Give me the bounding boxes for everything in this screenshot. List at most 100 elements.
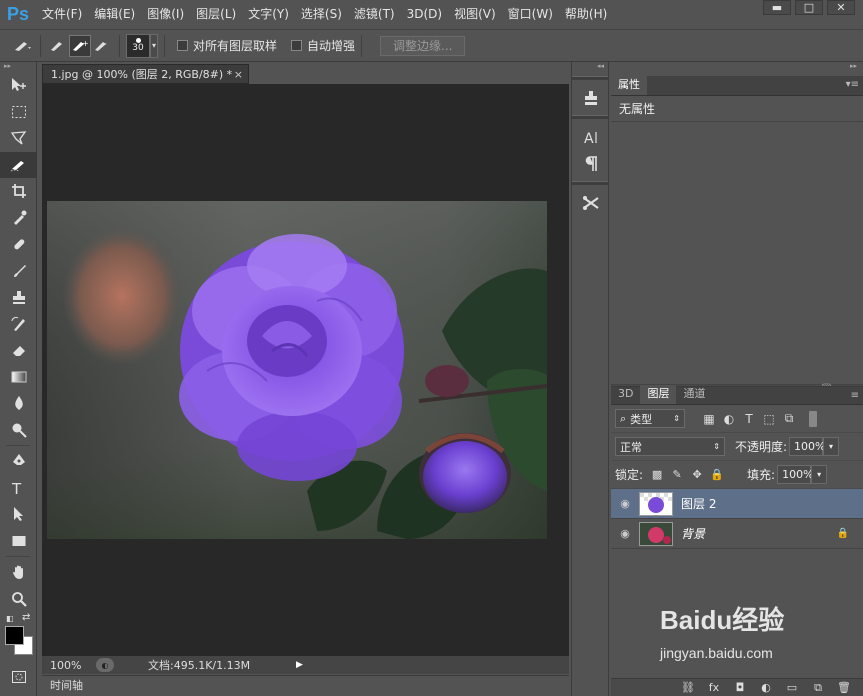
type-tool-icon[interactable]: T: [0, 475, 37, 502]
add-mask-icon[interactable]: ◘: [727, 681, 753, 694]
menu-select[interactable]: 选择(S): [295, 0, 348, 29]
new-group-icon[interactable]: ▭: [779, 681, 805, 694]
pixel-filter-icon[interactable]: ▦: [699, 410, 719, 428]
menu-filter[interactable]: 滤镜(T): [348, 0, 401, 29]
panel-menu-icon[interactable]: ≡: [851, 390, 859, 401]
close-button[interactable]: ✕: [827, 0, 855, 15]
dock-collapse-icon[interactable]: ◂◂: [572, 62, 608, 72]
type-filter-icon[interactable]: T: [739, 410, 759, 428]
maximize-button[interactable]: □: [795, 0, 823, 15]
status-info-icon[interactable]: ◐: [96, 658, 114, 672]
opacity-input[interactable]: 100%: [789, 437, 826, 456]
brush-dropdown-icon[interactable]: ▾: [150, 33, 158, 58]
sample-all-layers-checkbox[interactable]: [177, 40, 188, 51]
default-colors-icon[interactable]: ◧: [6, 614, 14, 623]
panel-menu-icon[interactable]: ▾≡: [846, 79, 859, 90]
menu-type[interactable]: 文字(Y): [242, 0, 295, 29]
tool-presets-icon[interactable]: [572, 189, 610, 216]
move-tool-icon[interactable]: [0, 72, 37, 99]
adjustment-layer-icon[interactable]: ◐: [753, 681, 779, 694]
status-menu-arrow-icon[interactable]: ▶: [296, 660, 303, 670]
opacity-dropdown-icon[interactable]: ▾: [823, 437, 840, 456]
menu-window[interactable]: 窗口(W): [502, 0, 559, 29]
smart-object-filter-icon[interactable]: ⧉: [779, 410, 799, 428]
refine-edge-button[interactable]: 调整边缘...: [380, 35, 466, 56]
paragraph-panel-icon[interactable]: [572, 150, 610, 177]
swap-colors-icon[interactable]: ⇄: [22, 612, 30, 623]
eyedropper-tool-icon[interactable]: [0, 205, 37, 232]
clone-stamp-tool-icon[interactable]: [0, 284, 37, 311]
window-controls: ▬ □ ✕: [759, 0, 855, 15]
blur-tool-icon[interactable]: [0, 390, 37, 417]
document-image[interactable]: [47, 201, 547, 539]
crop-tool-icon[interactable]: [0, 178, 37, 205]
layer-filter-select[interactable]: ⌕ 类型 ⇕: [615, 409, 685, 428]
shape-filter-icon[interactable]: ⬚: [759, 410, 779, 428]
add-selection-icon[interactable]: +: [69, 34, 91, 57]
layer-row[interactable]: ◉ 背景 🔒: [611, 519, 863, 549]
tool-preset-icon[interactable]: [12, 35, 34, 57]
layer-style-icon[interactable]: fx: [701, 681, 727, 694]
properties-collapse-icon[interactable]: ▸▸: [611, 62, 863, 76]
eye-icon[interactable]: ◉: [611, 527, 639, 540]
toolbox-collapse-icon[interactable]: ▸▸: [0, 62, 36, 72]
rectangle-tool-icon[interactable]: [0, 528, 37, 555]
fill-dropdown-icon[interactable]: ▾: [811, 465, 828, 484]
filter-toggle-switch[interactable]: [809, 410, 817, 427]
brush-tool-icon[interactable]: [0, 258, 37, 285]
app-logo: Ps: [6, 4, 30, 24]
separator: [119, 34, 120, 57]
tab-channels[interactable]: 通道: [676, 385, 712, 404]
eye-icon[interactable]: ◉: [611, 497, 639, 510]
lock-transparent-icon[interactable]: ▩: [647, 466, 667, 484]
auto-enhance-checkbox[interactable]: [291, 40, 303, 51]
lock-pixels-icon[interactable]: ✎: [667, 466, 687, 484]
lock-all-icon[interactable]: 🔒: [707, 466, 727, 484]
menu-image[interactable]: 图像(I): [141, 0, 190, 29]
menu-view[interactable]: 视图(V): [448, 0, 502, 29]
healing-brush-tool-icon[interactable]: [0, 231, 37, 258]
quick-mask-icon[interactable]: [0, 664, 37, 691]
pen-tool-icon[interactable]: [0, 448, 37, 475]
lock-position-icon[interactable]: ✥: [687, 466, 707, 484]
character-panel-icon[interactable]: A: [572, 123, 610, 150]
layer-thumbnail: [639, 521, 673, 546]
brush-size-picker[interactable]: 30: [126, 33, 150, 58]
timeline-panel-tab[interactable]: 时间轴: [42, 675, 569, 695]
dodge-tool-icon[interactable]: [0, 417, 37, 444]
panel-collapse-icon[interactable]: [42, 63, 47, 73]
close-document-icon[interactable]: ×: [234, 65, 243, 84]
new-layer-icon[interactable]: ⧉: [805, 681, 831, 695]
blend-mode-select[interactable]: 正常 ⇕: [615, 437, 725, 456]
eraser-tool-icon[interactable]: [0, 337, 37, 364]
zoom-level[interactable]: 100%: [42, 659, 92, 672]
history-brush-tool-icon[interactable]: [0, 311, 37, 338]
clone-source-icon[interactable]: [572, 84, 610, 111]
gradient-tool-icon[interactable]: [0, 364, 37, 391]
path-selection-tool-icon[interactable]: [0, 501, 37, 528]
hand-tool-icon[interactable]: [0, 559, 37, 586]
tab-3d[interactable]: 3D: [611, 385, 640, 404]
fill-input[interactable]: 100%: [777, 465, 814, 484]
menu-layer[interactable]: 图层(L): [190, 0, 242, 29]
menu-file[interactable]: 文件(F): [36, 0, 88, 29]
sample-all-layers-label: 对所有图层取样: [193, 39, 278, 53]
quick-selection-tool-icon[interactable]: [0, 151, 37, 178]
delete-layer-icon[interactable]: 🗑: [831, 681, 857, 694]
link-layers-icon[interactable]: ⛓: [675, 681, 701, 694]
tab-properties[interactable]: 属性: [611, 76, 647, 95]
menu-3d[interactable]: 3D(D): [401, 0, 448, 29]
menu-help[interactable]: 帮助(H): [559, 0, 613, 29]
document-tab[interactable]: 1.jpg @ 100% (图层 2, RGB/8#) * ×: [42, 64, 249, 84]
menu-edit[interactable]: 编辑(E): [88, 0, 141, 29]
foreground-color-swatch[interactable]: [5, 626, 24, 645]
new-selection-icon[interactable]: [47, 35, 69, 57]
subtract-selection-icon[interactable]: -: [91, 35, 113, 57]
tab-layers[interactable]: 图层: [640, 385, 677, 404]
zoom-tool-icon[interactable]: [0, 586, 37, 613]
layer-row[interactable]: ◉ 图层 2: [611, 489, 863, 519]
adjustment-filter-icon[interactable]: ◐: [719, 410, 739, 428]
lasso-tool-icon[interactable]: [0, 125, 37, 152]
minimize-button[interactable]: ▬: [763, 0, 791, 15]
marquee-tool-icon[interactable]: [0, 99, 37, 126]
